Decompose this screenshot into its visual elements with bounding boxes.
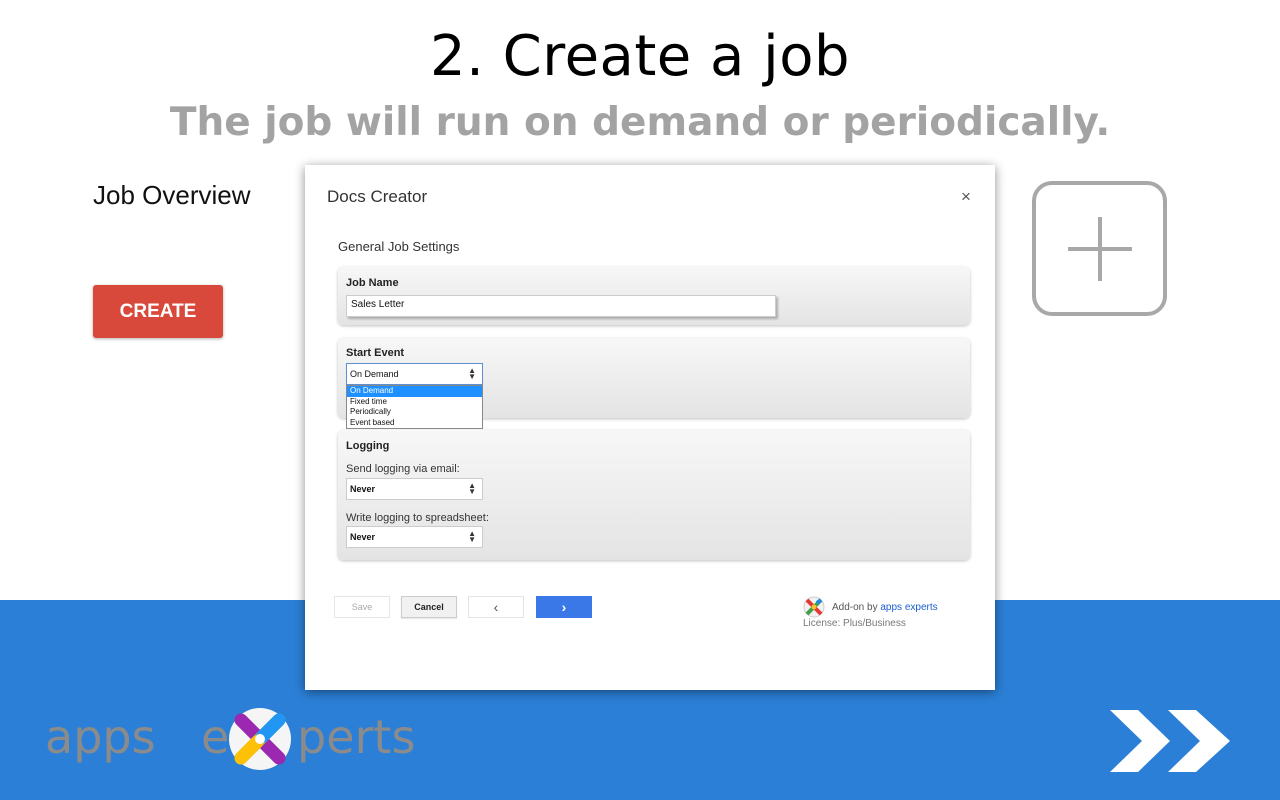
email-logging-label: Send logging via email: (346, 463, 460, 475)
spreadsheet-logging-select[interactable]: Never ▲ ▼ (346, 526, 483, 548)
add-job-button[interactable] (1032, 181, 1167, 316)
start-event-label: Start Event (346, 347, 405, 359)
colorful-x-logo-icon (229, 708, 291, 770)
docs-creator-dialog: Docs Creator × General Job Settings Job … (305, 165, 995, 690)
brand-word-apps: apps (45, 710, 156, 764)
start-event-options-list: On Demand Fixed time Periodically Event … (346, 385, 483, 429)
select-arrows-icon: ▲ ▼ (468, 481, 476, 496)
select-arrows-icon: ▲ ▼ (468, 529, 476, 544)
slide-subtitle: The job will run on demand or periodical… (169, 100, 1111, 145)
brand-letter-e: e (201, 710, 230, 764)
job-overview-heading: Job Overview (93, 180, 251, 210)
save-button[interactable]: Save (334, 596, 390, 618)
select-arrows-icon: ▲ ▼ (468, 366, 476, 381)
option-fixed-time[interactable]: Fixed time (347, 397, 482, 408)
spreadsheet-logging-label: Write logging to spreadsheet: (346, 512, 489, 524)
email-logging-select[interactable]: Never ▲ ▼ (346, 478, 483, 500)
create-button[interactable]: CREATE (93, 285, 223, 338)
job-name-label: Job Name (346, 277, 399, 289)
email-logging-value: Never (350, 484, 376, 494)
job-name-panel: Job Name Sales Letter (338, 267, 970, 325)
start-event-select[interactable]: On Demand ▲ ▼ (346, 363, 483, 385)
cancel-button[interactable]: Cancel (401, 596, 457, 618)
start-event-selected-value: On Demand (350, 369, 399, 379)
apps-experts-link[interactable]: apps experts (880, 602, 937, 613)
previous-button[interactable]: ‹ (468, 596, 524, 618)
license-text: License: Plus/Business (803, 618, 906, 629)
job-name-input[interactable]: Sales Letter (346, 295, 776, 317)
close-icon[interactable]: × (961, 187, 971, 207)
dialog-title: Docs Creator (327, 187, 428, 206)
next-button[interactable]: › (536, 596, 592, 618)
option-event-based[interactable]: Event based (347, 418, 482, 429)
apps-experts-logo-icon (803, 596, 825, 618)
option-on-demand[interactable]: On Demand (347, 386, 482, 397)
double-chevron-right-icon[interactable] (1108, 708, 1234, 774)
spreadsheet-logging-value: Never (350, 532, 376, 542)
addon-by-line: Add-on by apps experts (832, 602, 938, 613)
logging-label: Logging (346, 440, 390, 452)
slide-title: 2. Create a job (429, 24, 851, 89)
logging-panel: Logging Send logging via email: Never ▲ ▼… (338, 430, 970, 560)
brand-word-perts: perts (297, 710, 416, 764)
general-job-settings-heading: General Job Settings (338, 239, 460, 254)
plus-icon (1068, 217, 1132, 281)
option-periodically[interactable]: Periodically (347, 407, 482, 418)
addon-prefix: Add-on by (832, 602, 881, 613)
